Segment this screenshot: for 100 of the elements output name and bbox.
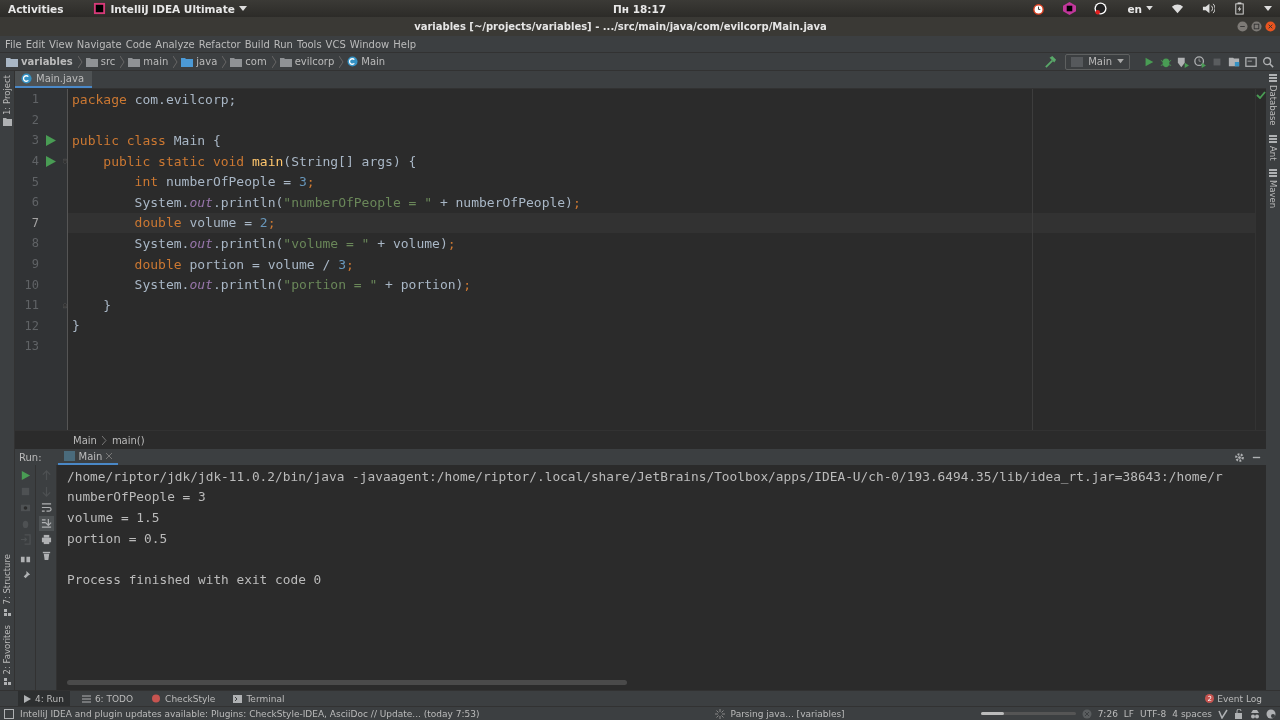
stack-icon	[1269, 169, 1277, 178]
spinner-icon	[714, 708, 725, 719]
layout-icon[interactable]	[19, 554, 31, 565]
code-line: package com.evilcorp;	[72, 91, 237, 107]
menu-item[interactable]: Refactor	[197, 38, 244, 50]
menu-item[interactable]: Help	[392, 38, 420, 50]
minimize-button[interactable]	[1237, 21, 1248, 32]
close-icon[interactable]	[106, 453, 113, 459]
window-title: variables [~/projects/variables] - .../src/main/java/com/evilcorp/Main.java	[414, 21, 827, 32]
panel-toggle-icon[interactable]	[4, 708, 14, 719]
alarm-clock-icon[interactable]	[1032, 2, 1046, 15]
console-line: volume = 1.5	[67, 510, 160, 525]
breadcrumb-item[interactable]: evilcorp	[279, 55, 345, 68]
app-menu[interactable]: IntelliJ IDEA Ultimate	[93, 2, 247, 15]
config-icon	[63, 451, 75, 461]
tool-window-tab[interactable]: Maven	[1266, 166, 1280, 215]
chevron-icon	[101, 435, 107, 445]
settings-icon[interactable]	[1234, 451, 1245, 463]
code-line: System.out.println("volume = " + volume);	[133, 235, 456, 251]
run-configuration-dropdown[interactable]: Main	[1065, 53, 1130, 70]
breadcrumb-item[interactable]: variables	[6, 55, 83, 68]
console-line: Process finished with exit code 0	[67, 571, 322, 587]
breadcrumb-item[interactable]: src	[85, 55, 126, 68]
tool-window-tab[interactable]: Ant	[1266, 131, 1280, 167]
dot-icon	[151, 694, 162, 703]
line-separator[interactable]: LF	[1123, 708, 1135, 719]
run-icon[interactable]	[19, 470, 31, 481]
memory-icon[interactable]	[1266, 708, 1276, 719]
tool-window-tab[interactable]: 1: Project	[0, 71, 14, 131]
menu-item[interactable]: Run	[272, 38, 296, 50]
run-icon[interactable]	[46, 155, 56, 167]
shield-run-icon[interactable]	[1177, 55, 1189, 68]
menu-item[interactable]: View	[48, 38, 76, 50]
search-icon[interactable]	[1262, 55, 1274, 68]
maximize-button[interactable]	[1251, 21, 1262, 32]
menu-item[interactable]: Code	[124, 38, 155, 50]
breadcrumb-item[interactable]: Main	[73, 434, 97, 446]
tool-window-tab[interactable]: 4: Run	[18, 691, 70, 706]
speaker-icon[interactable]	[1202, 2, 1215, 15]
activities-button[interactable]: Activities	[8, 2, 64, 15]
blocks-icon	[2, 677, 12, 686]
breadcrumb-item[interactable]: main	[128, 55, 179, 68]
menu-item[interactable]: Build	[243, 38, 273, 50]
tool-window-tab[interactable]: Database	[1266, 71, 1280, 132]
line-number: 7	[30, 215, 39, 230]
battery-icon[interactable]	[1233, 2, 1246, 15]
tool-window-tab[interactable]: 6: TODO	[75, 691, 140, 706]
run-icon[interactable]	[46, 135, 56, 146]
editor-tab[interactable]: Main.java	[15, 71, 92, 88]
trash-icon[interactable]	[40, 550, 52, 561]
menu-item[interactable]: Edit	[24, 38, 49, 50]
menu-item[interactable]: VCS	[324, 38, 349, 50]
toolbox-icon[interactable]	[1063, 2, 1077, 15]
record-icon[interactable]	[1094, 2, 1108, 15]
close-button[interactable]	[1265, 21, 1276, 32]
list-icon	[81, 694, 91, 703]
menu-item[interactable]: Tools	[295, 38, 325, 50]
soft-wrap-icon[interactable]	[40, 502, 52, 513]
breadcrumb-item[interactable]: main()	[111, 434, 145, 446]
menu-item[interactable]: File	[4, 38, 25, 50]
tool-window-tab[interactable]: 2: Favorites	[0, 620, 14, 690]
chevron-icon	[222, 55, 228, 68]
menu-item[interactable]: Analyze	[154, 38, 198, 50]
folder-icon	[279, 56, 292, 67]
tool-window-tab[interactable]: 7: Structure	[0, 550, 14, 621]
breadcrumb-item[interactable]: com	[230, 55, 277, 68]
keyboard-layout-menu[interactable]: en	[1127, 2, 1153, 15]
lock-icon[interactable]	[1234, 708, 1244, 719]
window-icon[interactable]	[1245, 55, 1257, 68]
clock-run-icon[interactable]	[1194, 55, 1206, 68]
print-icon[interactable]	[40, 534, 52, 545]
caret-icon[interactable]	[1264, 5, 1272, 12]
tool-window-tab[interactable]: CheckStyle	[145, 691, 222, 706]
background-task[interactable]: Parsing java... [variables]	[730, 708, 845, 719]
code-line: double volume = 2;	[133, 215, 276, 231]
folder-grid-icon[interactable]	[1228, 55, 1240, 68]
code-line: double portion = volume / 3;	[133, 256, 354, 272]
breadcrumb-item[interactable]: Main	[347, 56, 386, 67]
wifi-icon[interactable]	[1171, 2, 1184, 15]
file-encoding[interactable]: UTF-8	[1140, 708, 1167, 719]
caret-icon	[238, 5, 247, 12]
console-line: numberOfPeople = 3	[67, 489, 206, 505]
indent-setting[interactable]: 4 spaces	[1172, 708, 1212, 719]
folder-icon	[2, 118, 12, 127]
status-message[interactable]: IntelliJ IDEA and plugin updates available: Plugins: CheckStyle-IDEA, AsciiDoc // Update... (today 7:53)	[20, 708, 480, 719]
run-icon[interactable]	[1143, 55, 1155, 68]
clock[interactable]: Пн 18:17	[613, 2, 667, 15]
breadcrumb-item[interactable]: java	[181, 55, 228, 68]
menu-item[interactable]: Window	[348, 38, 393, 50]
inspector-icon[interactable]	[1250, 708, 1260, 719]
hammer-icon[interactable]	[1044, 55, 1058, 68]
folder-icon	[230, 56, 243, 67]
tool-window-tab[interactable]: Terminal	[227, 691, 291, 706]
menu-item[interactable]: Navigate	[75, 38, 125, 50]
terminal-icon	[233, 694, 243, 703]
caret-position[interactable]: 7:26	[1097, 708, 1118, 719]
code-line: public class Main {	[72, 133, 221, 148]
scroll-to-end-icon[interactable]	[38, 516, 54, 531]
folder-icon	[6, 56, 18, 67]
checkmark-icon[interactable]	[1218, 708, 1228, 719]
